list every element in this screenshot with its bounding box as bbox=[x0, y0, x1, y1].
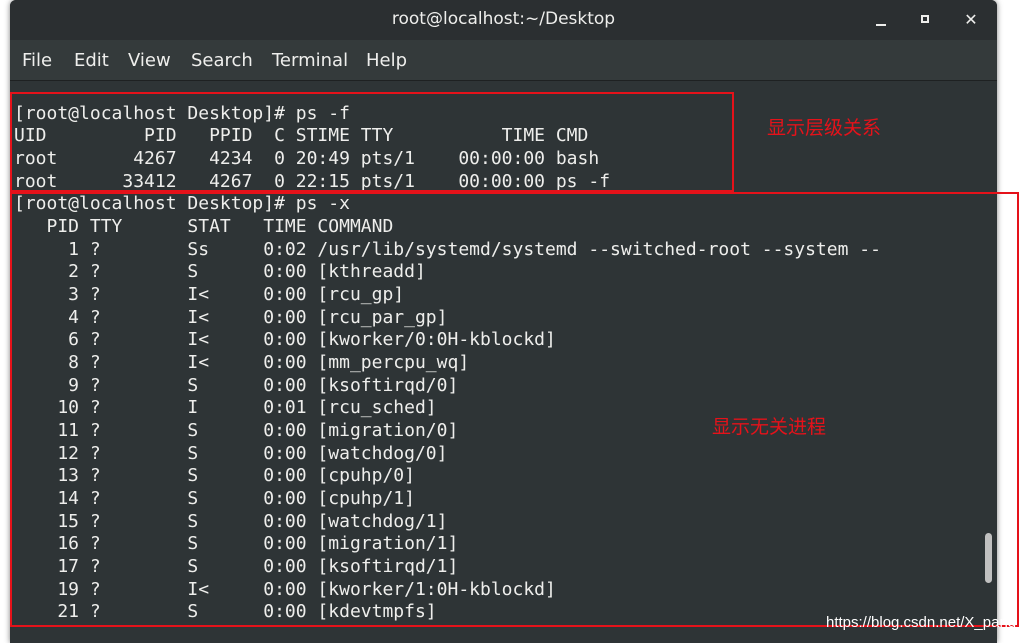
terminal-line: 14 ? S 0:00 [cpuhp/1] bbox=[14, 488, 415, 509]
annotation-label-hierarchy: 显示层级关系 bbox=[767, 117, 882, 139]
menu-terminal[interactable]: Terminal bbox=[272, 50, 348, 71]
terminal-line: 1 ? Ss 0:02 /usr/lib/systemd/systemd --s… bbox=[14, 239, 881, 260]
terminal-line: 21 ? S 0:00 [kdevtmpfs] bbox=[14, 601, 437, 622]
menu-search[interactable]: Search bbox=[191, 50, 253, 71]
terminal-line: 6 ? I< 0:00 [kworker/0:0H-kblockd] bbox=[14, 329, 556, 350]
close-button[interactable]: ✕ bbox=[958, 8, 984, 32]
menu-bar: File Edit View Search Terminal Help bbox=[10, 40, 997, 81]
close-icon: ✕ bbox=[964, 10, 978, 29]
terminal-line: [root@localhost Desktop]# ps -f bbox=[14, 103, 350, 124]
watermark: https://blog.csdn.net/X_pang bbox=[826, 614, 1017, 631]
terminal-line: root 4267 4234 0 20:49 pts/1 00:00:00 ba… bbox=[14, 148, 600, 169]
terminal-line: 4 ? I< 0:00 [rcu_par_gp] bbox=[14, 307, 448, 328]
terminal-line: 15 ? S 0:00 [watchdog/1] bbox=[14, 511, 448, 532]
minimize-icon bbox=[876, 24, 886, 26]
terminal-line: [root@localhost Desktop]# ps -x bbox=[14, 193, 350, 214]
menu-view[interactable]: View bbox=[128, 50, 171, 71]
scrollbar-thumb[interactable] bbox=[985, 533, 992, 583]
annotation-label-unrelated: 显示无关进程 bbox=[712, 416, 827, 438]
terminal-line: 13 ? S 0:00 [cpuhp/0] bbox=[14, 465, 415, 486]
terminal-window: root@localhost:~/Desktop ✕ File Edit Vie… bbox=[10, 0, 997, 643]
terminal-line: 11 ? S 0:00 [migration/0] bbox=[14, 420, 459, 441]
terminal-line: 10 ? I 0:01 [rcu_sched] bbox=[14, 397, 437, 418]
maximize-button[interactable] bbox=[913, 8, 939, 32]
menu-help[interactable]: Help bbox=[366, 50, 407, 71]
terminal-line: root 33412 4267 0 22:15 pts/1 00:00:00 p… bbox=[14, 171, 611, 192]
terminal-line: 9 ? S 0:00 [ksoftirqd/0] bbox=[14, 375, 459, 396]
terminal-line: 8 ? I< 0:00 [mm_percpu_wq] bbox=[14, 352, 470, 373]
minimize-button[interactable] bbox=[868, 8, 894, 32]
terminal-line: PID TTY STAT TIME COMMAND bbox=[14, 216, 394, 237]
terminal-line: 16 ? S 0:00 [migration/1] bbox=[14, 533, 459, 554]
menu-file[interactable]: File bbox=[22, 50, 52, 71]
terminal-line: 3 ? I< 0:00 [rcu_gp] bbox=[14, 284, 405, 305]
menu-edit[interactable]: Edit bbox=[74, 50, 109, 71]
terminal-output[interactable]: [root@localhost Desktop]# ps -f UID PID … bbox=[10, 81, 980, 643]
window-title: root@localhost:~/Desktop bbox=[391, 9, 616, 29]
terminal-line: 19 ? I< 0:00 [kworker/1:0H-kblockd] bbox=[14, 579, 556, 600]
scrollbar[interactable] bbox=[980, 81, 997, 643]
terminal-line: 17 ? S 0:00 [ksoftirqd/1] bbox=[14, 556, 459, 577]
terminal-line: 12 ? S 0:00 [watchdog/0] bbox=[14, 443, 448, 464]
terminal-line: UID PID PPID C STIME TTY TIME CMD bbox=[14, 125, 589, 146]
terminal-line: 2 ? S 0:00 [kthreadd] bbox=[14, 261, 426, 282]
maximize-icon bbox=[921, 15, 929, 23]
title-bar[interactable]: root@localhost:~/Desktop ✕ bbox=[10, 0, 997, 40]
